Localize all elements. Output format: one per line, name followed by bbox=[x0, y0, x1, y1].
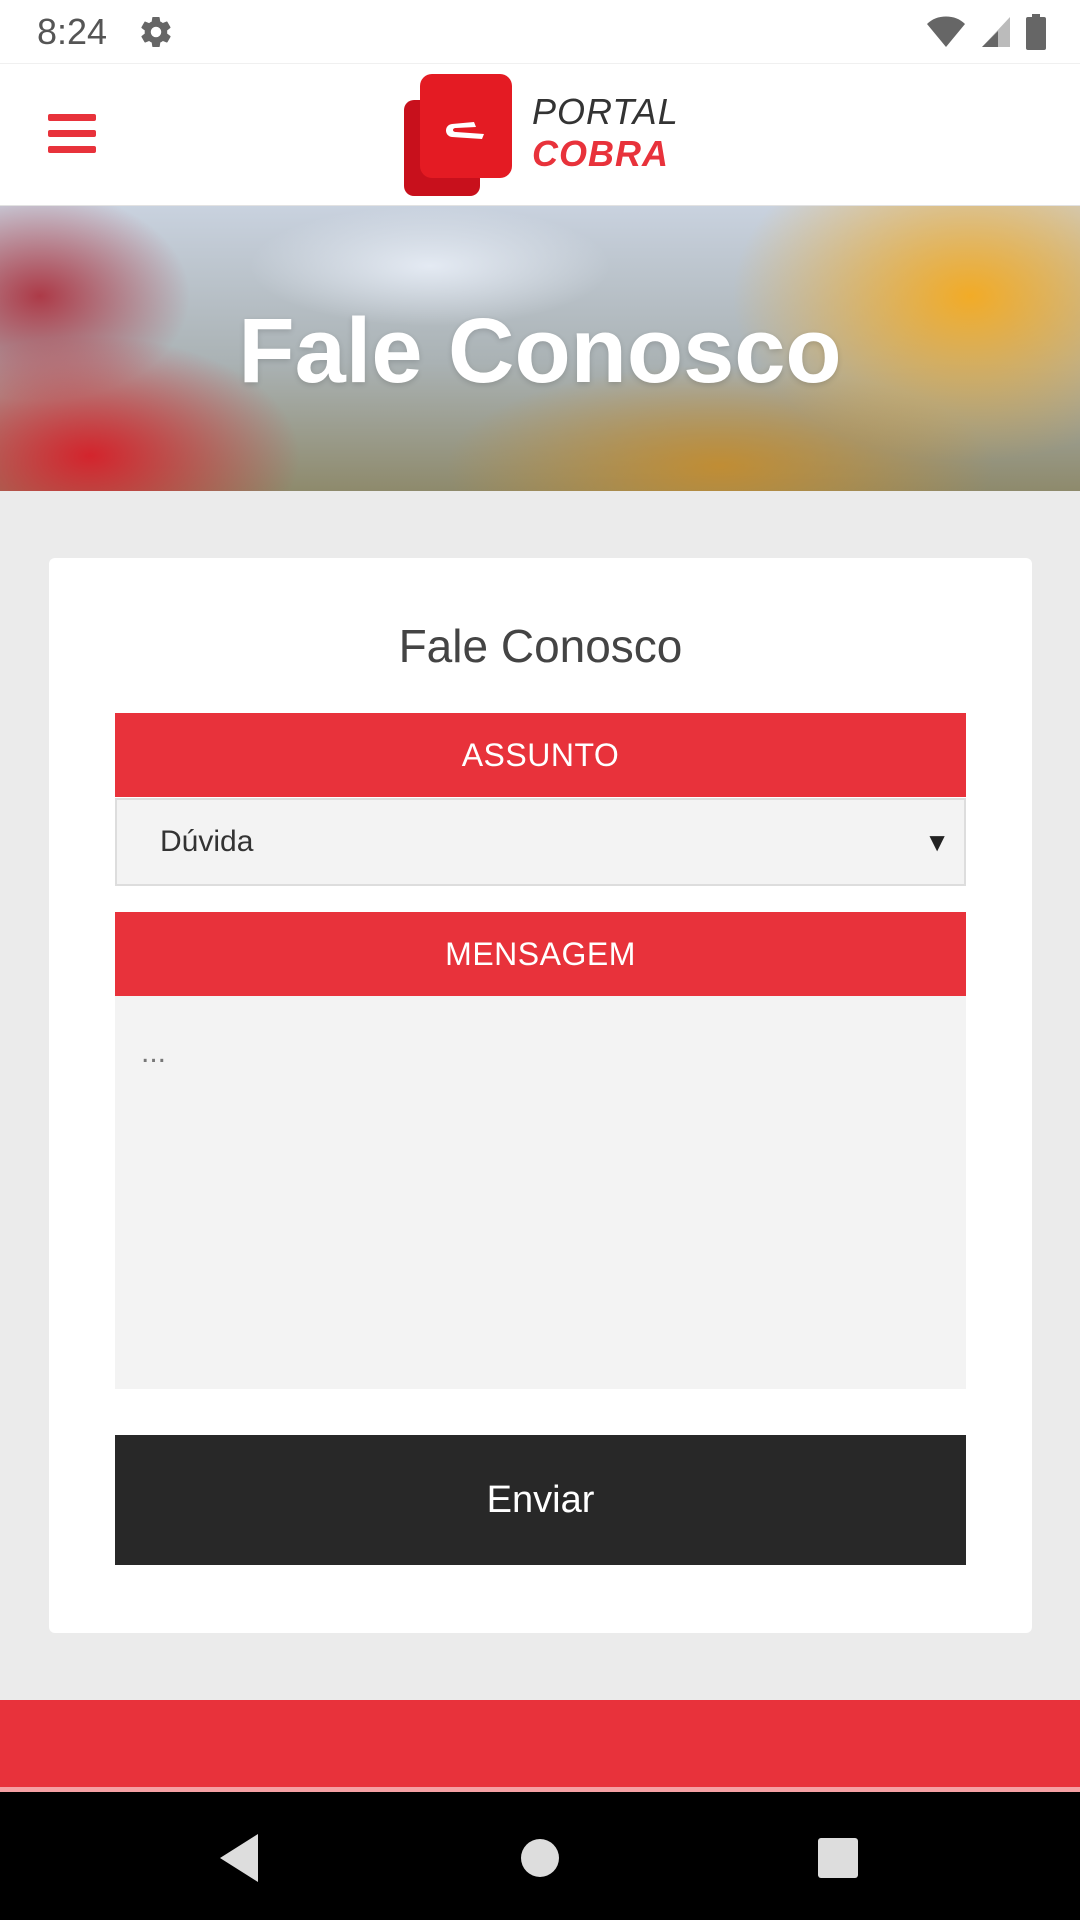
hamburger-menu-icon[interactable] bbox=[48, 112, 96, 156]
send-button[interactable]: Enviar bbox=[115, 1435, 966, 1565]
cellular-signal-icon bbox=[982, 17, 1010, 47]
message-header: MENSAGEM bbox=[115, 912, 966, 996]
back-icon[interactable] bbox=[210, 1828, 270, 1888]
portal-cobra-logo[interactable]: PORTAL COBRA bbox=[404, 74, 684, 196]
hero-banner: Fale Conosco bbox=[0, 206, 1080, 491]
status-icons bbox=[926, 14, 1046, 50]
subject-header: ASSUNTO bbox=[115, 713, 966, 797]
home-icon[interactable] bbox=[510, 1828, 570, 1888]
subject-selected-value: Dúvida bbox=[160, 825, 254, 858]
site-header: PORTAL COBRA bbox=[0, 63, 1080, 206]
contact-form-card: Fale Conosco ASSUNTO Dúvida ▼ MENSAGEM E… bbox=[49, 558, 1032, 1633]
settings-gear-icon bbox=[141, 16, 171, 48]
wifi-icon bbox=[927, 16, 965, 47]
dropdown-arrow-icon: ▼ bbox=[924, 827, 950, 857]
message-textarea[interactable] bbox=[115, 996, 966, 1389]
subject-select[interactable]: Dúvida ▼ bbox=[115, 798, 966, 886]
logo-text-cobra: COBRA bbox=[532, 133, 669, 174]
recents-icon[interactable] bbox=[808, 1828, 868, 1888]
status-bar: 8:24 bbox=[0, 0, 1080, 63]
navigation-bar bbox=[0, 1792, 1080, 1920]
form-title: Fale Conosco bbox=[398, 620, 683, 672]
hero-title: Fale Conosco bbox=[238, 300, 842, 402]
battery-icon bbox=[1026, 14, 1046, 50]
status-time: 8:24 bbox=[37, 11, 108, 52]
logo-mark-icon bbox=[404, 74, 512, 196]
logo-text-portal: PORTAL bbox=[532, 91, 679, 132]
footer-band bbox=[0, 1700, 1080, 1787]
